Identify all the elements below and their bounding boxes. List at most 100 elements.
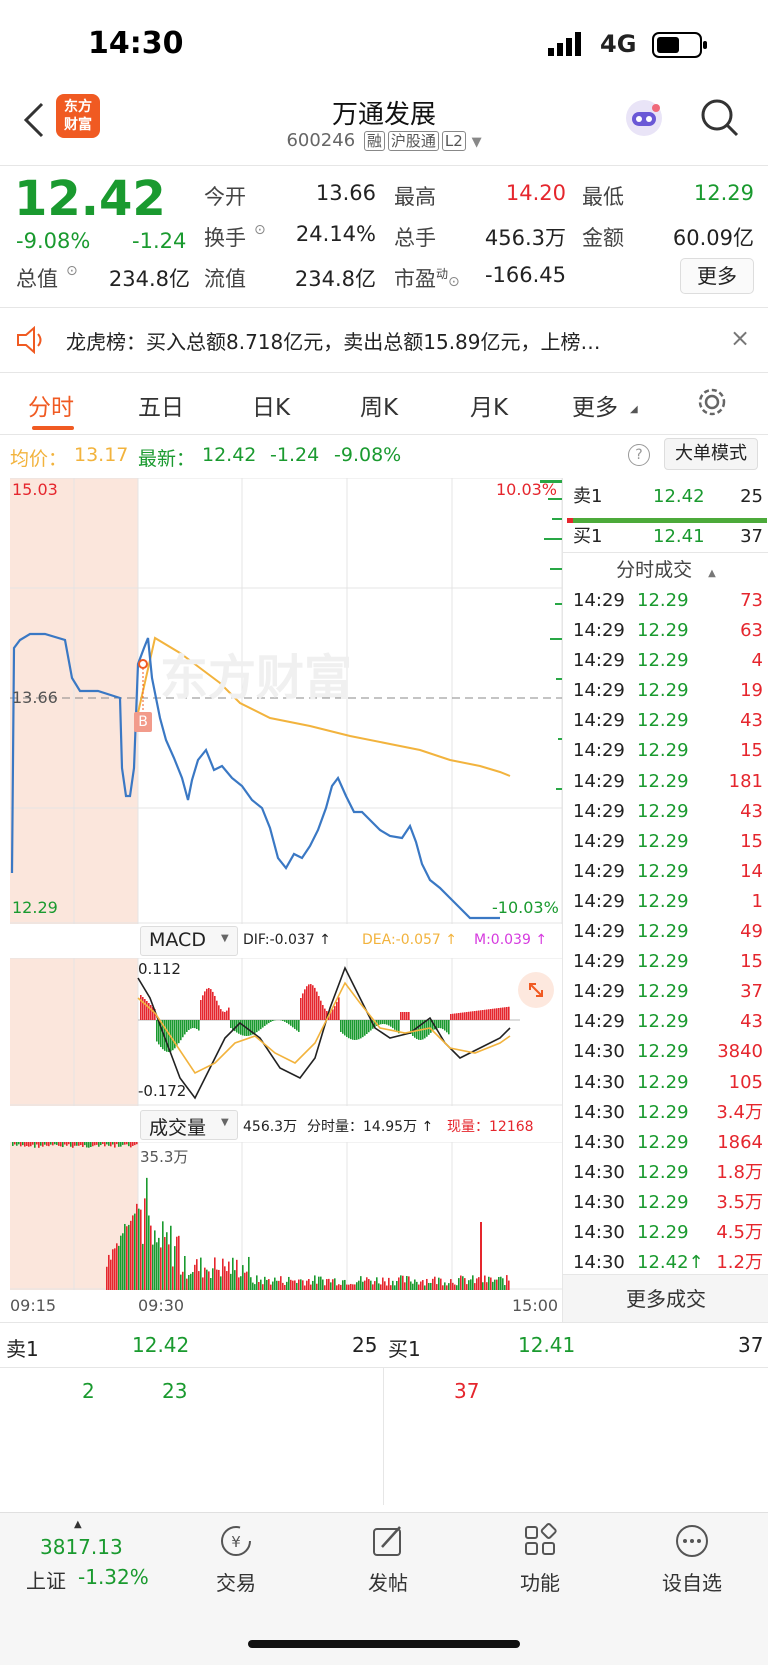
macd-histogram-bar: [388, 1020, 390, 1025]
macd-histogram-bar: [300, 998, 302, 1020]
tick-row: 14:2912.2973: [573, 586, 763, 616]
caret-up-icon: ▲: [708, 568, 716, 579]
macd-histogram-bar: [198, 1020, 200, 1031]
macd-histogram-bar: [500, 1008, 502, 1020]
macd-histogram-bar: [238, 1020, 240, 1034]
ticks-header[interactable]: 分时成交 ▲: [563, 552, 768, 587]
macd-histogram-bar: [452, 1014, 454, 1020]
notice-bar[interactable]: 龙虎榜：买入总额8.718亿元，卖出总额15.89亿元，上榜… ×: [0, 308, 768, 373]
sell-detail-item: 2: [82, 1379, 95, 1403]
volume-bar: [414, 1279, 416, 1290]
macd-selector[interactable]: MACD ▼: [140, 926, 238, 956]
index-widget[interactable]: ▲ 3817.13 上证 -1.32%: [22, 1519, 172, 1589]
macd-histogram-bar: [366, 1020, 368, 1034]
tick-price: 12.29: [637, 646, 689, 676]
tick-time: 14:30: [573, 1128, 625, 1158]
volume-bar: [382, 1278, 384, 1290]
more-ticks-button[interactable]: 更多成交: [563, 1274, 768, 1323]
volume-bar: [356, 1282, 358, 1290]
tab-monthly-k[interactable]: 月K: [470, 388, 508, 422]
latest-value: 12.42: [202, 444, 256, 466]
macd-histogram-bar: [268, 1020, 270, 1023]
volume-bar: [58, 1142, 60, 1146]
macd-chart[interactable]: 0.112 -0.172: [10, 958, 562, 1106]
intraday-chart[interactable]: 东方财富 B 15.03 12.29 13.66 10.03% -10.03%: [10, 478, 562, 924]
tab-daily-k[interactable]: 日K: [252, 388, 290, 422]
buy-marker[interactable]: B: [134, 712, 152, 732]
home-indicator[interactable]: [248, 1640, 520, 1648]
volume-bar: [332, 1279, 334, 1290]
volume-bar: [302, 1280, 304, 1290]
volume-svg: [10, 1142, 562, 1290]
tick-time: 14:29: [573, 736, 625, 766]
volume-bar: [108, 1142, 110, 1146]
big-order-mode-button[interactable]: 大单模式: [664, 438, 758, 470]
stock-code: 600246: [286, 130, 355, 151]
expand-icon[interactable]: [518, 972, 554, 1008]
volume-bar: [68, 1142, 70, 1144]
volume-bar: [284, 1285, 286, 1290]
volume-bar: [434, 1277, 436, 1290]
volume-bar: [100, 1142, 102, 1145]
tick-volume: 73: [740, 586, 763, 616]
info-icon[interactable]: ⊙: [254, 222, 266, 238]
info-icon[interactable]: ⊙: [448, 274, 460, 290]
more-button[interactable]: 更多: [680, 258, 754, 294]
macd-histogram-bar: [324, 1009, 326, 1020]
network-label: 4G: [600, 30, 636, 58]
tab-more[interactable]: 更多: [572, 388, 618, 422]
volume-bar: [30, 1142, 32, 1146]
tick-time: 14:29: [573, 917, 625, 947]
volume-bar: [232, 1258, 234, 1290]
tick-volume: 105: [729, 1068, 763, 1098]
search-icon[interactable]: [700, 98, 740, 142]
bottom-sell-label: 卖1: [6, 1333, 39, 1362]
index-pct: -1.32%: [78, 1565, 149, 1589]
macd-histogram-bar: [348, 1020, 350, 1038]
volume-bar: [350, 1284, 352, 1290]
info-icon[interactable]: ⊙: [66, 263, 78, 279]
trade-tab[interactable]: ¥ 交易: [186, 1523, 286, 1599]
volume-bar: [504, 1285, 506, 1290]
status-time: 14:30: [88, 26, 184, 61]
close-icon[interactable]: ×: [730, 324, 750, 352]
macd-histogram-bar: [360, 1020, 362, 1038]
tab-weekly-k[interactable]: 周K: [360, 388, 398, 422]
macd-histogram-bar: [482, 1010, 484, 1020]
volume-bar: [192, 1272, 194, 1290]
volume-bar: [208, 1271, 210, 1290]
amount-value: 60.09亿: [654, 222, 754, 252]
tick-price: 12.29: [637, 586, 689, 616]
macd-histogram-bar: [296, 1020, 298, 1030]
macd-histogram-bar: [192, 1020, 194, 1028]
robot-assistant-icon[interactable]: [622, 96, 666, 144]
tick-price: 12.29: [637, 767, 689, 797]
volume-bar: [352, 1284, 354, 1290]
tick-row: 14:2912.2915: [573, 736, 763, 766]
float-label: 流值: [204, 263, 246, 293]
volume-chart[interactable]: 35.3万: [10, 1142, 562, 1290]
volume-bar: [14, 1142, 16, 1144]
volume-selector[interactable]: 成交量 ▼: [140, 1110, 238, 1140]
post-tab-label: 发帖: [338, 1567, 438, 1596]
tab-intraday[interactable]: 分时: [28, 388, 74, 422]
gear-icon[interactable]: [696, 386, 728, 422]
side-buy-label: 买1: [573, 522, 602, 552]
dropdown-caret-icon[interactable]: ▼: [472, 135, 482, 150]
volume-bar: [128, 1225, 130, 1290]
side-buy-row: 买1 12.41 37: [573, 522, 763, 552]
add-watchlist-tab[interactable]: 设自选: [642, 1523, 742, 1599]
function-tab[interactable]: 功能: [490, 1523, 590, 1599]
tab-five-day[interactable]: 五日: [138, 388, 184, 422]
volume-bar: [128, 1142, 130, 1146]
volume-bar: [508, 1281, 510, 1290]
macd-histogram-bar: [258, 1020, 260, 1031]
post-tab[interactable]: 发帖: [338, 1523, 438, 1599]
volume-bar: [200, 1258, 202, 1290]
volume-bar: [206, 1270, 208, 1290]
open-value: 13.66: [280, 181, 376, 205]
macd-histogram-bar: [166, 1020, 168, 1052]
macd-histogram-bar: [282, 1020, 284, 1021]
help-icon[interactable]: ?: [628, 444, 650, 466]
volume-bar: [132, 1215, 134, 1290]
